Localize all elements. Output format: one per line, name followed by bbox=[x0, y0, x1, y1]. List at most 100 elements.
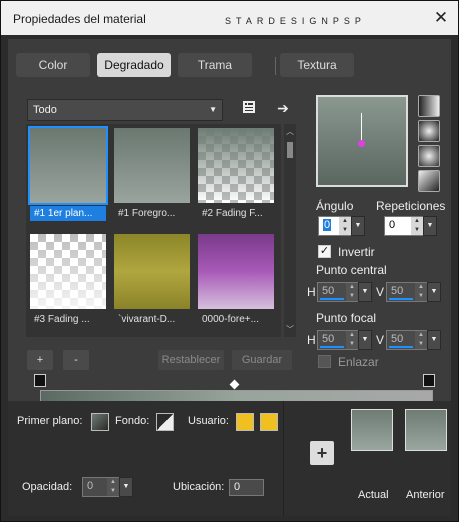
center-h-spinner[interactable]: 50 ▲ ▼ ▼ bbox=[317, 282, 372, 302]
linear-style-button[interactable] bbox=[418, 95, 440, 117]
chevron-down-icon[interactable]: ▼ bbox=[358, 282, 372, 302]
opacity-midpoint[interactable] bbox=[229, 379, 240, 390]
bottom-panel: Primer plano: Fondo: Usuario: Opacidad: … bbox=[8, 401, 451, 516]
gradient-thumbnail bbox=[114, 128, 190, 203]
focal-v-label: V bbox=[376, 333, 385, 347]
gradient-thumbnail bbox=[28, 126, 108, 205]
rectangular-style-button[interactable] bbox=[418, 120, 440, 142]
location-value: 0 bbox=[234, 481, 241, 493]
user-swatch-2[interactable] bbox=[260, 413, 278, 431]
spin-arrows-icon[interactable]: ▲ ▼ bbox=[346, 283, 358, 301]
foreground-label: Primer plano: bbox=[17, 415, 83, 427]
opacity-stop-right[interactable] bbox=[423, 374, 435, 387]
foreground-swatch[interactable] bbox=[91, 413, 109, 431]
gradient-thumbnail bbox=[114, 234, 190, 309]
chevron-down-icon[interactable]: ▼ bbox=[427, 330, 441, 350]
radial-style-button[interactable] bbox=[418, 145, 440, 167]
focal-v-level bbox=[389, 346, 413, 348]
add-swatch-button[interactable]: + bbox=[310, 441, 334, 465]
tab-color[interactable]: Color bbox=[16, 53, 90, 77]
title-bar: Propiedades del material STARDESIGNPSP ✕ bbox=[1, 1, 458, 35]
center-v-level bbox=[389, 298, 413, 300]
spin-arrows-icon[interactable]: ▲ ▼ bbox=[411, 217, 423, 235]
library-icon[interactable] bbox=[240, 100, 258, 118]
center-v-value: 50 bbox=[391, 285, 404, 297]
category-dropdown[interactable]: Todo ▼ bbox=[27, 99, 223, 121]
repeats-label: Repeticiones bbox=[376, 199, 446, 213]
opacity-stop-left[interactable] bbox=[34, 374, 46, 387]
angle-label: Ángulo bbox=[316, 199, 354, 213]
angle-value: 0 bbox=[323, 219, 332, 231]
location-field[interactable]: 0 bbox=[229, 479, 264, 496]
center-h-value: 50 bbox=[322, 285, 335, 297]
angle-spinner[interactable]: 0 ▲ ▼ ▼ bbox=[318, 216, 365, 236]
gradient-preview[interactable] bbox=[316, 95, 408, 187]
gradient-list: #1 1er plan... #1 Foregro... #2 Fading F… bbox=[26, 124, 281, 337]
center-h-label: H bbox=[307, 285, 316, 299]
remove-gradient-button[interactable]: - bbox=[63, 350, 89, 370]
user-swatch-1[interactable] bbox=[236, 413, 254, 431]
close-icon[interactable]: ✕ bbox=[431, 8, 451, 28]
chevron-down-icon[interactable]: ▼ bbox=[423, 216, 437, 236]
reset-button[interactable]: Restablecer bbox=[158, 350, 224, 370]
window-title: Propiedades del material bbox=[13, 12, 146, 26]
panel-divider bbox=[283, 401, 284, 516]
tab-pattern[interactable]: Trama bbox=[178, 53, 252, 77]
sunburst-style-button[interactable] bbox=[418, 170, 440, 192]
scroll-down-icon[interactable]: ﹀ bbox=[284, 324, 296, 335]
gradient-label: 0000-fore+... bbox=[202, 314, 259, 325]
list-item[interactable]: 0000-fore+... bbox=[196, 232, 276, 332]
add-gradient-button[interactable]: + bbox=[27, 350, 53, 370]
list-item[interactable]: #3 Fading ... bbox=[28, 232, 108, 332]
tab-gradient[interactable]: Degradado bbox=[97, 53, 171, 77]
focal-h-spinner[interactable]: 50 ▲ ▼ ▼ bbox=[317, 330, 372, 350]
list-item[interactable]: #2 Fading F... bbox=[196, 126, 276, 226]
arrow-right-icon[interactable]: ➔ bbox=[274, 99, 292, 117]
center-v-spinner[interactable]: 50 ▲ ▼ ▼ bbox=[386, 282, 441, 302]
list-item[interactable]: #1 1er plan... bbox=[28, 126, 108, 226]
background-label: Fondo: bbox=[115, 415, 150, 427]
spin-arrows-icon[interactable]: ▲ ▼ bbox=[415, 283, 427, 301]
watermark-text: STARDESIGNPSP bbox=[225, 16, 366, 26]
opacity-label: Opacidad: bbox=[22, 481, 73, 493]
spin-arrows-icon[interactable]: ▲ ▼ bbox=[107, 478, 119, 496]
list-item[interactable]: #1 Foregro... bbox=[112, 126, 192, 226]
repeats-value: 0 bbox=[389, 219, 396, 231]
chevron-down-icon[interactable]: ▼ bbox=[119, 477, 133, 497]
center-v-label: V bbox=[376, 285, 385, 299]
chevron-down-icon[interactable]: ▼ bbox=[358, 330, 372, 350]
material-properties-window: Propiedades del material STARDESIGNPSP ✕… bbox=[0, 0, 459, 522]
focal-v-value: 50 bbox=[391, 333, 404, 345]
gradient-label: #1 1er plan... bbox=[30, 206, 106, 221]
previous-swatch[interactable] bbox=[405, 409, 447, 451]
spin-arrows-icon[interactable]: ▲ ▼ bbox=[346, 331, 358, 349]
gradient-thumbnail bbox=[30, 234, 106, 309]
scroll-up-icon[interactable]: ︿ bbox=[284, 126, 296, 137]
chevron-down-icon[interactable]: ▼ bbox=[351, 216, 365, 236]
chevron-down-icon[interactable]: ▼ bbox=[427, 282, 441, 302]
opacity-spinner[interactable]: 0 ▲ ▼ ▼ bbox=[82, 477, 133, 497]
link-checkbox[interactable] bbox=[318, 355, 331, 368]
tab-texture[interactable]: Textura bbox=[280, 53, 354, 77]
current-label: Actual bbox=[358, 489, 389, 501]
repeats-spinner[interactable]: 0 ▲ ▼ ▼ bbox=[384, 216, 437, 236]
gradient-label: `vivarant-D... bbox=[118, 314, 176, 325]
focal-v-spinner[interactable]: 50 ▲ ▼ ▼ bbox=[386, 330, 441, 350]
gradient-label: #3 Fading ... bbox=[34, 314, 90, 325]
location-label: Ubicación: bbox=[173, 481, 225, 493]
spin-arrows-icon[interactable]: ▲ ▼ bbox=[415, 331, 427, 349]
invert-checkbox[interactable]: ✓ bbox=[318, 245, 331, 258]
save-button[interactable]: Guardar bbox=[232, 350, 292, 370]
link-label: Enlazar bbox=[338, 355, 379, 369]
background-swatch[interactable] bbox=[156, 413, 174, 431]
gradient-list-scrollbar[interactable]: ︿ ﹀ bbox=[284, 124, 296, 337]
spin-arrows-icon[interactable]: ▲ ▼ bbox=[339, 217, 351, 235]
list-item[interactable]: `vivarant-D... bbox=[112, 232, 192, 332]
gradient-thumbnail bbox=[198, 128, 274, 203]
current-swatch[interactable] bbox=[351, 409, 393, 451]
focal-h-label: H bbox=[307, 333, 316, 347]
center-point-handle[interactable] bbox=[358, 140, 365, 147]
gradient-thumbnail bbox=[198, 234, 274, 309]
center-point-label: Punto central bbox=[316, 263, 387, 277]
scroll-thumb[interactable] bbox=[287, 142, 293, 158]
